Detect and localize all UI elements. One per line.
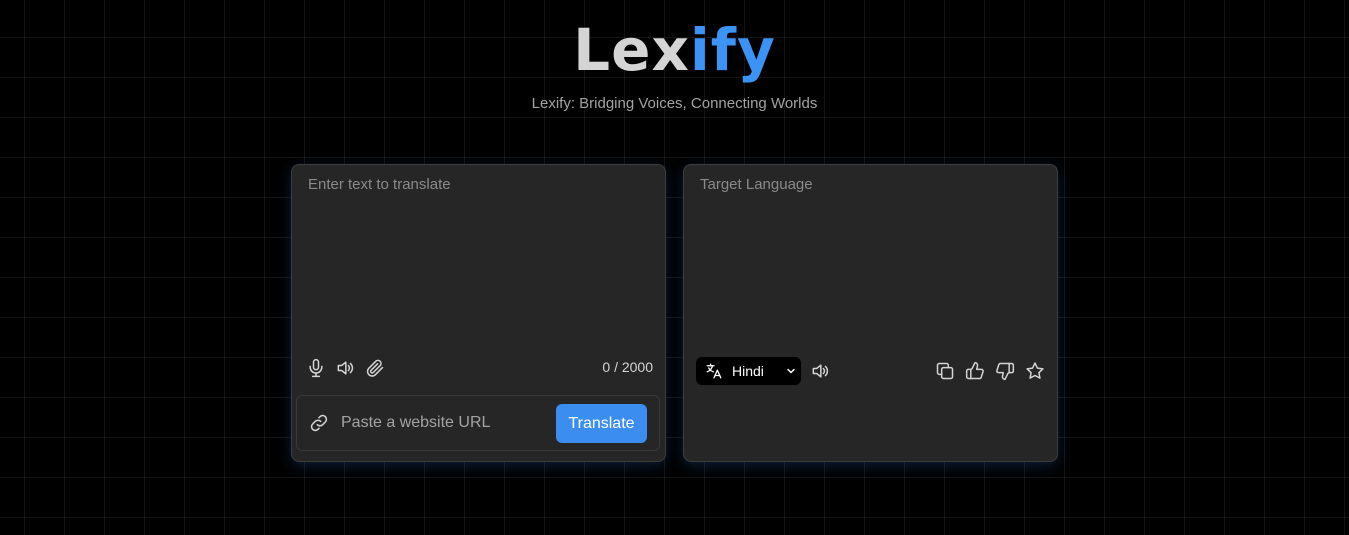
brand-logo: Lexify [0, 18, 1349, 82]
thumbs-down-icon[interactable] [993, 359, 1017, 383]
output-panel: Target Language Hindi [683, 164, 1058, 462]
translate-button[interactable]: Translate [556, 404, 647, 443]
url-bar: Translate [296, 395, 660, 451]
star-icon[interactable] [1023, 359, 1047, 383]
tagline: Lexify: Bridging Voices, Connecting Worl… [531, 95, 818, 112]
speaker-icon[interactable] [808, 359, 832, 383]
brand-logo-part-b: ify [689, 16, 776, 84]
chevron-down-icon [785, 365, 797, 377]
input-panel: 0 / 2000 Translate [291, 164, 666, 462]
source-text-input[interactable] [308, 175, 648, 335]
paperclip-icon[interactable] [363, 356, 387, 380]
thumbs-up-icon[interactable] [963, 359, 987, 383]
brand-logo-part-a: Lex [573, 16, 690, 84]
selected-language: Hindi [732, 363, 764, 379]
target-language-select[interactable]: Hindi [696, 357, 801, 385]
url-input[interactable] [341, 411, 541, 435]
copy-icon[interactable] [933, 359, 957, 383]
translate-icon [705, 362, 723, 380]
speaker-icon[interactable] [333, 356, 357, 380]
microphone-icon[interactable] [304, 356, 328, 380]
character-counter: 0 / 2000 [602, 359, 653, 375]
output-placeholder: Target Language [700, 176, 813, 193]
link-icon [307, 411, 331, 435]
